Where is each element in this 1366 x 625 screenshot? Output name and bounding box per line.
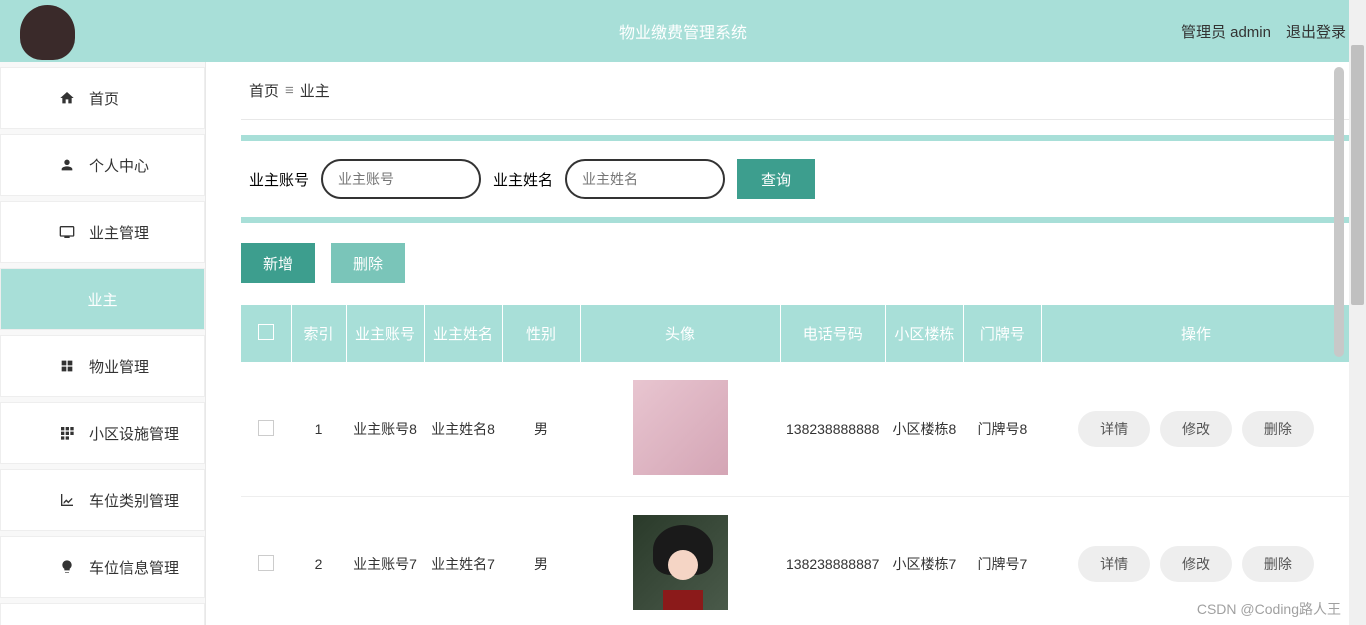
cell-door: 门牌号8 <box>963 362 1041 497</box>
sidebar-item-label: 车位信息管理 <box>89 557 179 578</box>
search-button[interactable]: 查询 <box>737 159 815 199</box>
main-scrollbar[interactable] <box>1332 62 1346 625</box>
sidebar-item-label: 物业管理 <box>89 356 149 377</box>
sidebar-item-parking-type[interactable]: 车位类别管理 <box>0 469 205 531</box>
main-content: 首页 ≡ 业主 业主账号 业主姓名 查询 新增 删除 索引 业主账号 <box>206 62 1366 625</box>
cell-index: 2 <box>291 497 346 625</box>
person-icon <box>59 157 75 173</box>
table-header-row: 索引 业主账号 业主姓名 性别 头像 电话号码 小区楼栋 门牌号 操作 <box>241 305 1351 362</box>
cell-name: 业主姓名8 <box>424 362 502 497</box>
th-avatar: 头像 <box>580 305 780 362</box>
edit-button[interactable]: 修改 <box>1160 546 1232 582</box>
search-input-name[interactable] <box>565 159 725 199</box>
search-bar: 业主账号 业主姓名 查询 <box>241 135 1351 223</box>
cell-name: 业主姓名7 <box>424 497 502 625</box>
sidebar-item-label: 个人中心 <box>89 155 149 176</box>
cell-door: 门牌号7 <box>963 497 1041 625</box>
avatar-image <box>633 515 728 610</box>
th-name: 业主姓名 <box>424 305 502 362</box>
cell-building: 小区楼栋8 <box>885 362 963 497</box>
row-delete-button[interactable]: 删除 <box>1242 411 1314 447</box>
search-input-account[interactable] <box>321 159 481 199</box>
cell-gender: 男 <box>502 362 580 497</box>
sidebar-item-home[interactable]: 首页 <box>0 67 205 129</box>
row-checkbox[interactable] <box>258 555 274 571</box>
cell-phone: 138238888888 <box>780 362 885 497</box>
detail-button[interactable]: 详情 <box>1078 546 1150 582</box>
bulb-icon <box>59 559 75 575</box>
search-label-account: 业主账号 <box>249 169 309 190</box>
add-button[interactable]: 新增 <box>241 243 315 283</box>
cell-phone: 138238888887 <box>780 497 885 625</box>
sidebar-item-label: 小区设施管理 <box>89 423 179 444</box>
user-label[interactable]: 管理员 admin <box>1181 21 1271 42</box>
detail-button[interactable]: 详情 <box>1078 411 1150 447</box>
cell-account: 业主账号7 <box>346 497 424 625</box>
cell-gender: 男 <box>502 497 580 625</box>
sidebar-item-parking-info[interactable]: 车位信息管理 <box>0 536 205 598</box>
monitor-icon <box>59 224 75 240</box>
sidebar-item-owner[interactable]: 业主 <box>0 268 205 330</box>
row-checkbox[interactable] <box>258 420 274 436</box>
home-icon <box>59 90 75 106</box>
chart-icon <box>59 492 75 508</box>
grid2-icon <box>59 425 75 441</box>
edit-button[interactable]: 修改 <box>1160 411 1232 447</box>
breadcrumb: 首页 ≡ 业主 <box>241 62 1351 120</box>
sidebar-item-label: 车位类别管理 <box>89 490 179 511</box>
sidebar-item-label: 首页 <box>89 88 119 109</box>
table-row: 1 业主账号8 业主姓名8 男 138238888888 小区楼栋8 门牌号8 … <box>241 362 1351 497</box>
search-label-name: 业主姓名 <box>493 169 553 190</box>
cell-building: 小区楼栋7 <box>885 497 963 625</box>
breadcrumb-current: 业主 <box>300 80 330 101</box>
sidebar-item-label: 业主 <box>87 289 117 310</box>
grid-icon <box>59 358 75 374</box>
action-row: 新增 删除 <box>241 228 1351 305</box>
watermark: CSDN @Coding路人王 <box>1197 599 1341 619</box>
cell-account: 业主账号8 <box>346 362 424 497</box>
sidebar: 首页 个人中心 业主管理 业主 物业管理 小区设施管理 车位类别管理 车位信息管… <box>0 62 206 625</box>
th-ops: 操作 <box>1041 305 1350 362</box>
list-small-icon: ≡ <box>285 82 294 99</box>
sidebar-item-property[interactable]: 物业管理 <box>0 335 205 397</box>
th-gender: 性别 <box>502 305 580 362</box>
logout-link[interactable]: 退出登录 <box>1286 21 1346 42</box>
sidebar-item-label: 业主管理 <box>89 222 149 243</box>
sidebar-item-parking-rent[interactable]: 车位租赁管理 <box>0 603 205 625</box>
cell-index: 1 <box>291 362 346 497</box>
data-table: 索引 业主账号 业主姓名 性别 头像 电话号码 小区楼栋 门牌号 操作 1 业主… <box>241 305 1351 625</box>
row-delete-button[interactable]: 删除 <box>1242 546 1314 582</box>
topbar: 物业缴费管理系统 管理员 admin 退出登录 <box>0 0 1366 62</box>
table-row: 2 业主账号7 业主姓名7 男 138238888887 小区楼栋7 门牌号7 … <box>241 497 1351 625</box>
avatar-image <box>633 380 728 475</box>
select-all-checkbox[interactable] <box>258 324 274 340</box>
app-title: 物业缴费管理系统 <box>619 19 747 43</box>
breadcrumb-home[interactable]: 首页 <box>249 80 279 101</box>
th-door: 门牌号 <box>963 305 1041 362</box>
th-account: 业主账号 <box>346 305 424 362</box>
th-phone: 电话号码 <box>780 305 885 362</box>
sidebar-item-owner-mgmt[interactable]: 业主管理 <box>0 201 205 263</box>
delete-button[interactable]: 删除 <box>331 243 405 283</box>
th-index: 索引 <box>291 305 346 362</box>
sidebar-item-facility[interactable]: 小区设施管理 <box>0 402 205 464</box>
sidebar-item-profile[interactable]: 个人中心 <box>0 134 205 196</box>
th-building: 小区楼栋 <box>885 305 963 362</box>
page-scrollbar[interactable] <box>1349 0 1366 625</box>
